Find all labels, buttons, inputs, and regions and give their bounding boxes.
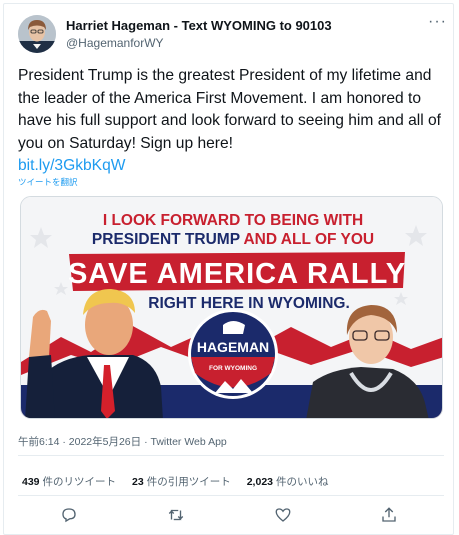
tweet-media-image[interactable]: I LOOK FORWARD TO BEING WITH PRESIDENT T… bbox=[20, 196, 443, 419]
tweet-text: President Trump is the greatest Presiden… bbox=[18, 65, 446, 178]
more-dots-icon[interactable]: ··· bbox=[428, 13, 447, 31]
translate-tweet-link[interactable]: ツイートを翻訳 bbox=[18, 176, 78, 188]
engagement-stats: 439 件のリツイート 23 件の引用ツイート 2,023 件のいいね bbox=[22, 474, 329, 489]
retweets-label: 件のリツイート bbox=[42, 476, 117, 488]
likes-count: 2,023 bbox=[246, 476, 273, 488]
banner-line2-rest: AND ALL OF YOU bbox=[240, 231, 374, 248]
tweet-card: Harriet Hageman - Text WYOMING to 90103 … bbox=[3, 3, 454, 535]
action-bar bbox=[4, 504, 455, 528]
quotes-stat[interactable]: 23 件の引用ツイート bbox=[132, 474, 231, 489]
tweet-body: President Trump is the greatest Presiden… bbox=[18, 67, 442, 152]
banner-line1: I LOOK FORWARD TO BEING WITH bbox=[103, 212, 363, 229]
reply-icon[interactable] bbox=[58, 504, 80, 526]
avatar[interactable] bbox=[18, 15, 56, 53]
retweet-icon[interactable] bbox=[165, 504, 187, 526]
retweets-stat[interactable]: 439 件のリツイート bbox=[22, 474, 116, 489]
banner-headline: SAVE AMERICA RALLY bbox=[68, 258, 406, 290]
share-icon[interactable] bbox=[378, 504, 400, 526]
quotes-label: 件の引用ツイート bbox=[146, 476, 231, 488]
tweet-meta: 午前6:14 · 2022年5月26日 · Twitter Web App bbox=[18, 436, 227, 448]
like-icon[interactable] bbox=[272, 504, 294, 526]
badge-name: HAGEMAN bbox=[197, 339, 269, 355]
banner-line2-trump: PRESIDENT TRUMP bbox=[92, 231, 240, 248]
display-name[interactable]: Harriet Hageman - Text WYOMING to 90103 bbox=[66, 18, 332, 33]
user-handle[interactable]: @HagemanforWY bbox=[66, 36, 164, 50]
retweets-count: 439 bbox=[22, 476, 40, 488]
client-source[interactable]: Twitter Web App bbox=[151, 436, 227, 448]
timestamp[interactable]: 午前6:14 · 2022年5月26日 bbox=[18, 436, 141, 448]
tweet-link[interactable]: bit.ly/3GkbKqW bbox=[18, 157, 125, 174]
divider bbox=[18, 455, 444, 456]
svg-text:PRESIDENT TRUMP AND ALL OF YOU: PRESIDENT TRUMP AND ALL OF YOU bbox=[92, 231, 374, 248]
quotes-count: 23 bbox=[132, 476, 144, 488]
banner-subline: RIGHT HERE IN WYOMING. bbox=[148, 295, 350, 312]
hageman-badge: HAGEMAN FOR WYOMING bbox=[188, 309, 278, 399]
likes-stat[interactable]: 2,023 件のいいね bbox=[247, 474, 329, 489]
badge-sub: FOR WYOMING bbox=[209, 365, 257, 372]
divider bbox=[18, 495, 444, 496]
likes-label: 件のいいね bbox=[276, 476, 329, 488]
